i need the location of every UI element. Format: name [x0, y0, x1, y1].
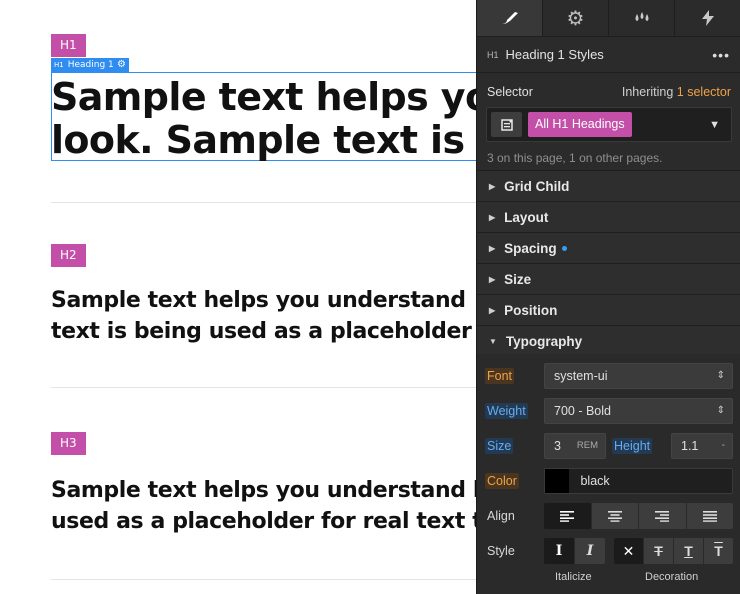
h2-tag[interactable]: H2	[51, 244, 86, 267]
color-value: black	[580, 474, 610, 488]
style-tab-brush-icon[interactable]	[477, 0, 543, 36]
divider	[51, 387, 481, 388]
h1-tag[interactable]: H1	[51, 34, 86, 57]
chevron-right-icon: ▶	[489, 305, 496, 315]
font-select[interactable]: system-ui ⇕	[544, 363, 733, 389]
document-icon[interactable]	[491, 112, 522, 137]
selector-label: Selector	[487, 85, 533, 99]
align-label: Align	[487, 509, 515, 523]
section-label: Position	[504, 302, 558, 318]
interactions-tab-lightning-icon[interactable]	[675, 0, 740, 36]
section-label: Size	[504, 271, 532, 287]
style-sections: ▶ Grid Child ▶ Layout ▶ Spacing ▶ Size ▶ Position…	[477, 170, 740, 356]
align-row: Align	[477, 502, 740, 530]
decoration-segmented-control: ✕ T T T	[614, 538, 733, 564]
selected-element-prefix: H1	[54, 61, 64, 69]
italic-segmented-control: I I	[544, 538, 605, 564]
color-swatch[interactable]	[545, 469, 569, 493]
modified-indicator-dot	[561, 245, 567, 251]
weight-row: Weight 700 - Bold ⇕	[477, 397, 740, 425]
italic-on-icon[interactable]: I	[575, 538, 605, 564]
section-label: Spacing	[504, 240, 557, 256]
selector-chip[interactable]: All H1 Headings	[528, 112, 632, 137]
line-height-input[interactable]: 1.1 -	[671, 433, 733, 459]
decoration-caption: Decoration	[645, 571, 699, 583]
weight-select[interactable]: 700 - Bold ⇕	[544, 398, 733, 424]
section-typography[interactable]: ▼ Typography	[477, 325, 740, 356]
inheriting-selector-link[interactable]: 1 selector	[677, 85, 731, 99]
italic-off-icon[interactable]: I	[544, 538, 575, 564]
selector-field[interactable]: All H1 Headings ▼	[486, 107, 732, 142]
size-value: 3	[554, 439, 561, 453]
section-spacing[interactable]: ▶ Spacing	[477, 232, 740, 263]
chevron-right-icon: ▶	[489, 274, 496, 284]
section-label: Typography	[505, 333, 583, 349]
selector-usage-note: 3 on this page, 1 on other pages.	[487, 151, 663, 165]
size-label: Size	[485, 438, 514, 454]
size-input[interactable]: 3 REM	[544, 433, 606, 459]
panel-header: H1 Heading 1 Styles •••	[477, 37, 740, 73]
chevron-right-icon: ▶	[489, 212, 496, 222]
updown-icon: ⇕	[716, 370, 725, 381]
style-panel: ⚙ H1 Heading 1 Styles ••• Selector Inher…	[476, 0, 740, 594]
section-grid-child[interactable]: ▶ Grid Child	[477, 170, 740, 201]
typography-section: Font system-ui ⇕ Weight 700 - Bold ⇕ Siz…	[477, 354, 740, 594]
gear-icon: ⚙	[566, 7, 585, 30]
align-right-icon[interactable]	[639, 503, 687, 529]
selected-element-name: Heading 1	[67, 60, 114, 70]
inheriting-label: Inheriting	[621, 85, 674, 99]
section-label: Layout	[504, 209, 549, 225]
brush-icon	[501, 12, 518, 24]
element-type-prefix: H1	[487, 49, 499, 60]
panel-tabs: ⚙	[477, 0, 740, 37]
size-unit[interactable]: REM	[577, 434, 598, 458]
color-label: Color	[485, 473, 519, 489]
selector-row: Selector Inheriting 1 selector	[477, 73, 740, 104]
panel-title: Heading 1 Styles	[505, 47, 604, 62]
selected-element-label[interactable]: H1 Heading 1	[51, 58, 117, 72]
updown-icon: ⇕	[716, 405, 725, 416]
font-label: Font	[485, 368, 515, 384]
style-row: Style I I ✕ T T T	[477, 537, 740, 565]
section-layout[interactable]: ▶ Layout	[477, 201, 740, 232]
chevron-right-icon: ▶	[489, 243, 496, 253]
divider	[51, 579, 481, 580]
weight-label: Weight	[485, 403, 528, 419]
size-row: Size 3 REM Height 1.1 -	[477, 432, 740, 460]
underline-icon[interactable]: T	[674, 538, 704, 564]
align-center-icon[interactable]	[591, 503, 639, 529]
align-segmented-control	[544, 503, 733, 529]
align-justify-icon[interactable]	[686, 503, 733, 529]
line-height-unit[interactable]: -	[722, 434, 725, 458]
weight-value: 700 - Bold	[554, 404, 611, 418]
style-label: Style	[487, 544, 515, 558]
divider	[51, 202, 481, 203]
align-left-icon[interactable]	[544, 503, 592, 529]
section-position[interactable]: ▶ Position	[477, 294, 740, 325]
italicize-caption: Italicize	[555, 571, 592, 583]
color-picker[interactable]: black	[544, 468, 733, 494]
font-value: system-ui	[554, 369, 608, 383]
selector-dropdown-chevron-down-icon[interactable]: ▼	[709, 119, 720, 131]
drops-icon	[635, 12, 648, 21]
more-options-button[interactable]: •••	[712, 47, 730, 63]
chevron-down-icon: ▼	[489, 336, 497, 346]
height-label: Height	[612, 438, 653, 454]
decoration-none-icon[interactable]: ✕	[614, 538, 644, 564]
inheriting-info: Inheriting 1 selector	[622, 85, 731, 104]
font-row: Font system-ui ⇕	[477, 362, 740, 390]
element-settings-gear-icon[interactable]: ⚙	[114, 58, 129, 72]
overline-icon[interactable]: T	[704, 538, 733, 564]
settings-tab-gear-icon[interactable]: ⚙	[543, 0, 609, 36]
strikethrough-icon[interactable]: T	[644, 538, 674, 564]
chevron-right-icon: ▶	[489, 181, 496, 191]
lightning-icon	[701, 10, 714, 26]
section-size[interactable]: ▶ Size	[477, 263, 740, 294]
color-row: Color black	[477, 467, 740, 495]
section-label: Grid Child	[504, 178, 570, 194]
style-manager-tab-drops-icon[interactable]	[609, 0, 675, 36]
h3-tag[interactable]: H3	[51, 432, 86, 455]
doc-icon	[500, 118, 513, 131]
line-height-value: 1.1	[681, 439, 699, 453]
